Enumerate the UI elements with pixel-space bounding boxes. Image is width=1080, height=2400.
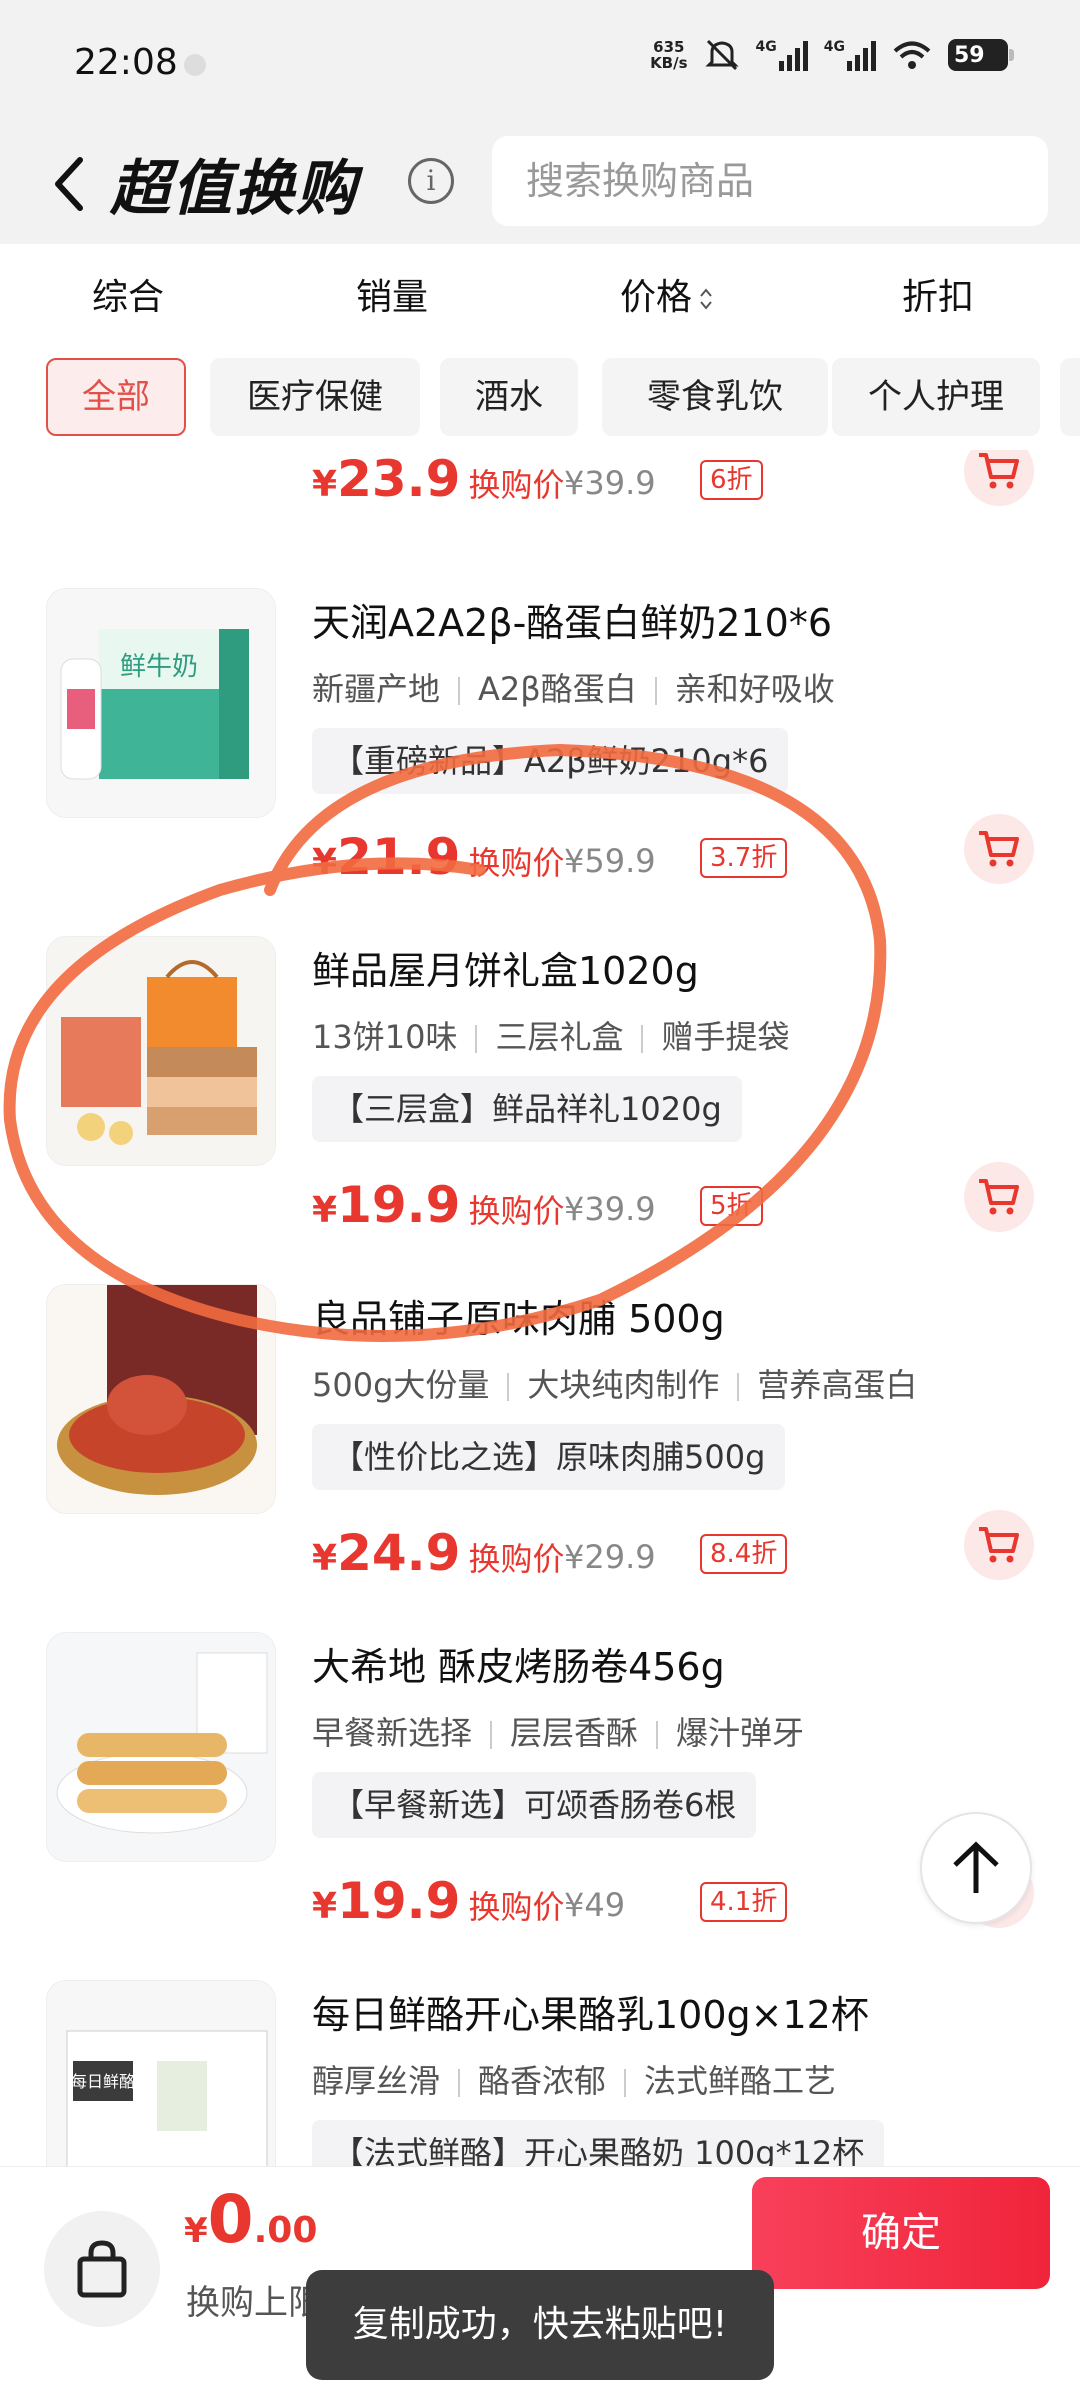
- product-image: [46, 936, 276, 1166]
- product-item[interactable]: 良品铺子原味肉脯 500g 500g大份量 大块纯肉制作 营养高蛋白 【性价比之选】…: [0, 1284, 1080, 1634]
- signal-1-icon: 4G: [756, 39, 808, 71]
- back-to-top-button[interactable]: [920, 1812, 1032, 1924]
- category-bar: 全部 医疗保健 酒水 零食乳饮 个人护理: [0, 350, 1080, 450]
- svg-text:鲜牛奶: 鲜牛奶: [120, 652, 198, 682]
- cart-bag-button[interactable]: [44, 2211, 160, 2327]
- product-features: 新疆产地 A2β酪蛋白 亲和好吸收: [312, 670, 835, 708]
- tab-comprehensive[interactable]: 综合: [92, 268, 164, 320]
- product-item[interactable]: ¥23.9 换购价 ¥39.9 6折: [0, 450, 1080, 560]
- category-personal-care[interactable]: 个人护理: [832, 358, 1040, 436]
- add-to-cart-button[interactable]: [964, 814, 1034, 884]
- signal-2-icon: 4G: [824, 39, 876, 71]
- mooncake-box-image: [47, 937, 275, 1165]
- cart-icon: [979, 1179, 1019, 1215]
- wifi-icon: [893, 41, 931, 69]
- cart-icon: [979, 831, 1019, 867]
- product-price: ¥19.9 换购价: [312, 1872, 565, 1930]
- product-price: ¥24.9 换购价: [312, 1524, 565, 1582]
- product-name: 天润A2A2β-酪蛋白鲜奶210*6: [312, 601, 833, 645]
- original-price: ¥29.9: [564, 1538, 656, 1576]
- product-features: 500g大份量 大块纯肉制作 营养高蛋白: [312, 1366, 918, 1404]
- discount-badge: 6折: [700, 460, 763, 500]
- discount-badge: 4.1折: [700, 1882, 788, 1922]
- category-medical[interactable]: 医疗保健: [210, 358, 420, 436]
- sort-caret-icon: [700, 288, 712, 310]
- total-price: ¥0.00: [184, 2181, 318, 2258]
- product-item[interactable]: 每日鲜酪 每日鲜酪开心果酪乳100g×12杯 醇厚丝滑 酪香浓郁 法式鲜酪工艺 【法…: [0, 1980, 1080, 2166]
- svg-text:每日鲜酪: 每日鲜酪: [71, 2072, 135, 2091]
- status-bar: 22:08 635 KB/s 4G 4G 59: [0, 0, 1080, 130]
- cart-icon: [979, 1527, 1019, 1563]
- shopping-bag-icon: [77, 2240, 127, 2298]
- page-title: 超值换购: [110, 154, 358, 224]
- add-to-cart-button[interactable]: [964, 450, 1034, 506]
- battery-icon: 59: [948, 39, 1014, 71]
- tab-price[interactable]: 价格: [620, 268, 714, 320]
- net-speed: 635 KB/s: [650, 38, 688, 72]
- product-price: ¥23.9 换购价: [312, 450, 565, 508]
- back-arrow-icon[interactable]: [46, 154, 96, 214]
- product-features: 早餐新选择 层层香酥 爆汁弹牙: [312, 1714, 805, 1752]
- product-promo: 【三层盒】鲜品祥礼1020g: [312, 1076, 742, 1142]
- product-promo: 【性价比之选】原味肉脯500g: [312, 1424, 786, 1490]
- jerky-image: [47, 1285, 275, 1513]
- product-features: 醇厚丝滑 酪香浓郁 法式鲜酪工艺: [312, 2062, 837, 2100]
- product-price: ¥21.9 换购价: [312, 828, 565, 886]
- info-icon[interactable]: i: [408, 158, 454, 204]
- product-promo: 【早餐新选】可颂香肠卷6根: [312, 1772, 757, 1838]
- category-liquor[interactable]: 酒水: [440, 358, 578, 436]
- tab-sales[interactable]: 销量: [356, 268, 428, 320]
- product-item[interactable]: 鲜品屋月饼礼盒1020g 13饼10味 三层礼盒 赠手提袋 【三层盒】鲜品祥礼102…: [0, 936, 1080, 1286]
- product-promo: 【重磅新品】A2β鲜奶210g*6: [312, 728, 789, 794]
- cart-icon: [979, 453, 1019, 489]
- product-name: 良品铺子原味肉脯 500g: [312, 1297, 725, 1341]
- arrow-up-icon: [953, 1841, 999, 1893]
- sort-tabs: 综合 销量 价格 折扣: [0, 244, 1080, 344]
- discount-badge: 3.7折: [700, 838, 788, 878]
- category-snacks[interactable]: 零食乳饮: [602, 358, 828, 436]
- product-item[interactable]: 鲜牛奶 天润A2A2β-酪蛋白鲜奶210*6 新疆产地 A2β酪蛋白 亲和好吸收 【…: [0, 588, 1080, 938]
- product-list: ¥23.9 换购价 ¥39.9 6折 鲜牛奶 天润A2A2β-酪蛋白鲜奶210*6…: [0, 450, 1080, 2166]
- product-promo: 【法式鲜酪】开心果酪奶 100g*12杯: [312, 2120, 885, 2166]
- sausage-roll-image: [47, 1633, 275, 1861]
- discount-badge: 5折: [700, 1186, 763, 1226]
- status-time: 22:08: [74, 42, 178, 83]
- mute-icon: [704, 39, 739, 71]
- product-image: [46, 1284, 276, 1514]
- product-name: 每日鲜酪开心果酪乳100g×12杯: [312, 1993, 869, 2037]
- product-price: ¥19.9 换购价: [312, 1176, 565, 1234]
- product-image: [46, 1632, 276, 1862]
- add-to-cart-button[interactable]: [964, 1162, 1034, 1232]
- search-input[interactable]: 搜索换购商品: [492, 136, 1048, 226]
- discount-badge: 8.4折: [700, 1534, 788, 1574]
- page-header: 超值换购 i 搜索换购商品: [0, 130, 1080, 244]
- status-icons: 635 KB/s 4G 4G 59: [650, 38, 1014, 72]
- add-to-cart-button[interactable]: [964, 1510, 1034, 1580]
- product-image: 鲜牛奶: [46, 588, 276, 818]
- product-name: 鲜品屋月饼礼盒1020g: [312, 949, 699, 993]
- category-all[interactable]: 全部: [46, 358, 186, 436]
- product-image: 每日鲜酪: [46, 1980, 276, 2166]
- original-price: ¥39.9: [564, 464, 656, 502]
- product-features: 13饼10味 三层礼盒 赠手提袋: [312, 1018, 790, 1056]
- product-item[interactable]: 大希地 酥皮烤肠卷456g 早餐新选择 层层香酥 爆汁弹牙 【早餐新选】可颂香肠卷6…: [0, 1632, 1080, 1982]
- original-price: ¥49: [564, 1886, 626, 1924]
- product-name: 大希地 酥皮烤肠卷456g: [312, 1645, 725, 1689]
- category-more[interactable]: [1060, 358, 1080, 436]
- original-price: ¥59.9: [564, 842, 656, 880]
- confirm-button[interactable]: 确定: [752, 2177, 1050, 2289]
- toast-message: 复制成功，快去粘贴吧!: [306, 2270, 774, 2380]
- tab-discount[interactable]: 折扣: [902, 268, 974, 320]
- original-price: ¥39.9: [564, 1190, 656, 1228]
- milk-box-image: 鲜牛奶: [47, 589, 275, 817]
- yogurt-box-image: 每日鲜酪: [47, 1981, 275, 2166]
- notification-dot-icon: [184, 54, 206, 76]
